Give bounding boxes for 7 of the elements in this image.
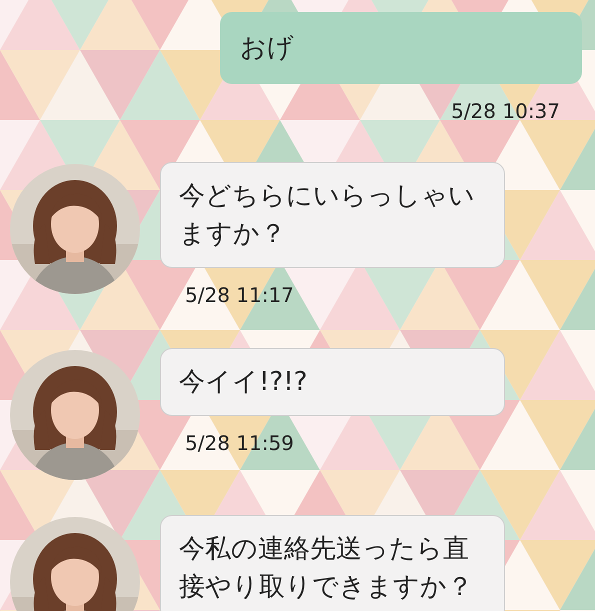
message-bubble: 今イイ!?!? xyxy=(160,348,505,416)
message-bubble: 今私の連絡先送ったら直接やり取りできますか？ xyxy=(160,515,505,611)
message-bubble: 今どちらにいらっしゃいますか？ xyxy=(160,162,505,268)
message-time: 5/28 10:37 xyxy=(451,98,560,125)
message-time: 5/28 11:59 xyxy=(185,430,295,457)
message-time: 5/28 11:17 xyxy=(185,282,295,309)
message-bubble: おげ xyxy=(220,12,582,84)
